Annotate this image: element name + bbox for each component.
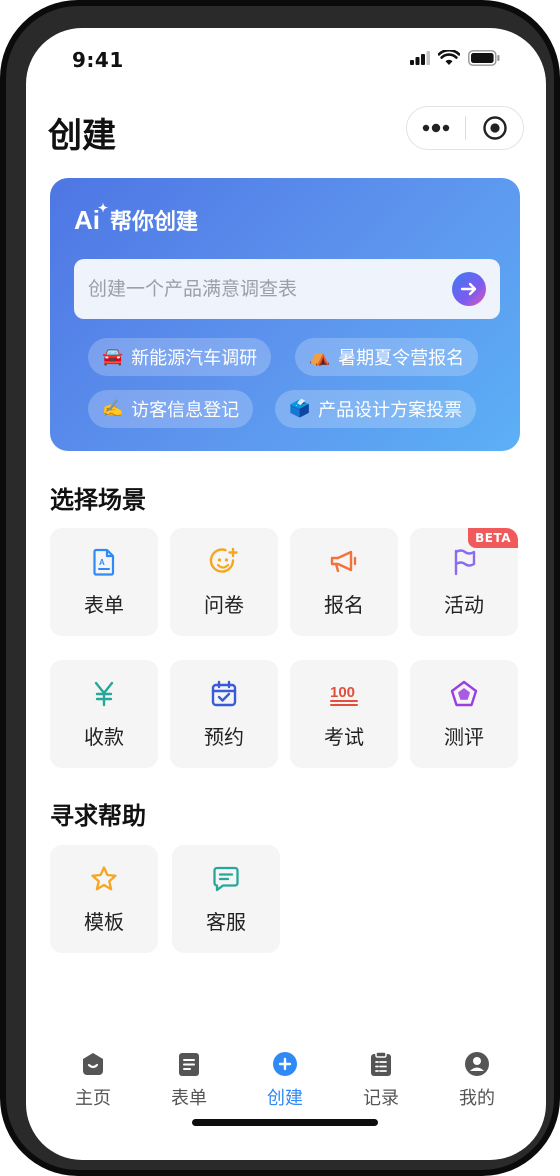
home-icon: [83, 1053, 103, 1075]
tab-label: 表单: [171, 1088, 207, 1109]
scene-tile-booking[interactable]: 预约: [170, 660, 278, 768]
scene-tile-form[interactable]: A 表单: [50, 528, 158, 636]
status-icons: [410, 50, 500, 66]
create-plus-icon: [273, 1052, 297, 1076]
home-indicator: [192, 1119, 378, 1126]
chip-label: 访客信息登记: [131, 400, 240, 421]
tile-label: 模板: [84, 909, 124, 934]
suggestion-chip[interactable]: ⛺ 暑期夏令营报名: [295, 338, 479, 376]
ballot-box-icon: 🗳️: [289, 399, 311, 419]
score-100-icon: 100: [329, 679, 359, 709]
clipboard-icon: [371, 1051, 391, 1076]
tab-profile[interactable]: 我的: [437, 1050, 517, 1110]
sparkle-icon: ✦: [97, 200, 108, 215]
status-time: 9:41: [72, 48, 124, 72]
scene-tile-payment[interactable]: 收款: [50, 660, 158, 768]
svg-text:100: 100: [330, 684, 355, 701]
screen: 9:41 创建 Ai ✦ 帮你创建 创建一个产品满意调查表 🚘 新能源汽车调研 …: [26, 28, 546, 1160]
phone-bezel: 9:41 创建 Ai ✦ 帮你创建 创建一个产品满意调查表 🚘 新能源汽车调研 …: [6, 6, 554, 1170]
send-button[interactable]: [452, 272, 486, 306]
chip-label: 产品设计方案投票: [318, 400, 463, 421]
chip-label: 暑期夏令营报名: [338, 348, 465, 369]
tab-label: 创建: [267, 1088, 303, 1109]
flag-icon: [449, 547, 479, 577]
arrow-right-icon: [460, 282, 477, 296]
section-title-scenes: 选择场景: [50, 486, 146, 514]
tile-label: 活动: [444, 592, 484, 617]
star-icon: [89, 864, 119, 894]
form-doc-icon: A: [89, 547, 119, 577]
scene-tile-activity[interactable]: BETA 活动: [410, 528, 518, 636]
more-button[interactable]: [407, 107, 465, 149]
writing-hand-icon: ✍️: [102, 399, 124, 419]
tab-label: 我的: [459, 1088, 495, 1109]
chat-icon: [211, 864, 241, 894]
battery-icon: [468, 50, 500, 66]
chip-label: 新能源汽车调研: [131, 348, 258, 369]
ai-card-header: Ai ✦ 帮你创建: [74, 201, 199, 236]
scene-tile-signup[interactable]: 报名: [290, 528, 398, 636]
phone-frame: 9:41 创建 Ai ✦ 帮你创建 创建一个产品满意调查表 🚘 新能源汽车调研 …: [0, 0, 560, 1176]
ai-card-title: 帮你创建: [110, 210, 199, 235]
tab-home[interactable]: 主页: [53, 1050, 133, 1110]
scene-tile-exam[interactable]: 100 考试: [290, 660, 398, 768]
help-tile-templates[interactable]: 模板: [50, 845, 158, 953]
profile-icon: [465, 1052, 489, 1076]
smile-plus-icon: [209, 547, 239, 577]
tab-records[interactable]: 记录: [341, 1050, 421, 1110]
tile-label: 预约: [204, 724, 244, 749]
ai-prompt-box: [74, 259, 500, 319]
target-circle-icon: [482, 116, 507, 140]
megaphone-icon: [329, 547, 359, 577]
close-miniprogram-button[interactable]: [466, 107, 523, 149]
tile-label: 考试: [324, 724, 364, 749]
tab-forms[interactable]: 表单: [149, 1050, 229, 1110]
mini-program-capsule: [406, 106, 524, 150]
car-icon: 🚘: [102, 347, 124, 367]
tab-label: 主页: [75, 1088, 111, 1109]
help-tile-support[interactable]: 客服: [172, 845, 280, 953]
tent-icon: ⛺: [309, 347, 331, 367]
suggestion-chip[interactable]: 🚘 新能源汽车调研: [88, 338, 272, 376]
calendar-check-icon: [209, 679, 239, 709]
ai-logo: Ai ✦: [74, 201, 108, 236]
scene-tile-assessment[interactable]: 测评: [410, 660, 518, 768]
suggestion-chip[interactable]: 🗳️ 产品设计方案投票: [275, 390, 477, 428]
tile-label: 表单: [84, 592, 124, 617]
tile-label: 客服: [206, 909, 246, 934]
beta-badge: BETA: [468, 528, 518, 548]
tile-label: 测评: [444, 724, 484, 749]
tab-create[interactable]: 创建: [245, 1050, 325, 1110]
signal-icon: [410, 51, 430, 65]
svg-text:A: A: [99, 558, 105, 567]
yen-icon: [89, 679, 119, 709]
more-dots-icon: [422, 123, 450, 133]
tab-label: 记录: [363, 1088, 399, 1109]
suggestion-chip[interactable]: ✍️ 访客信息登记: [88, 390, 254, 428]
form-icon: [179, 1053, 199, 1076]
ai-prompt-input[interactable]: [88, 278, 452, 300]
ai-logo-text: Ai: [74, 204, 100, 235]
section-title-help: 寻求帮助: [50, 802, 146, 830]
ai-create-card: Ai✦ 帮你创建 🚘 新能源汽车调研 ⛺: [50, 178, 520, 451]
tile-label: 问卷: [204, 592, 244, 617]
wifi-icon: [438, 50, 460, 65]
radar-icon: [449, 679, 479, 709]
scene-tile-survey[interactable]: 问卷: [170, 528, 278, 636]
page-title: 创建: [48, 116, 116, 156]
tile-label: 收款: [84, 724, 124, 749]
tile-label: 报名: [324, 592, 364, 617]
